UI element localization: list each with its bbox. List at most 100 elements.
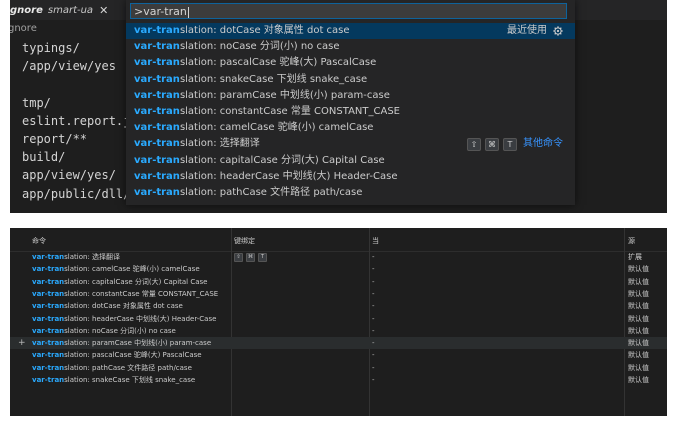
command-text: slation: pascalCase 驼峰(大) PascalCase: [64, 351, 202, 360]
match-highlight: var-tran: [134, 89, 180, 101]
match-highlight: var-tran: [32, 277, 65, 286]
match-highlight: var-tran: [134, 122, 180, 134]
when-cell: -: [372, 326, 375, 335]
when-cell: -: [372, 289, 375, 298]
command-text: slation: pascalCase 驼峰(大) PascalCase: [179, 57, 377, 69]
command-cell: var-translation: noCase 分词(小) no case: [32, 325, 176, 337]
text-cursor: [187, 6, 189, 18]
key-cap: ⌘: [485, 137, 499, 151]
command-label: var-translation: paramCase 中划线(小) param-…: [134, 88, 390, 104]
command-item[interactable]: var-translation: headerCase 中划线(大) Heade…: [126, 169, 575, 185]
command-item[interactable]: var-translation: snakeCase 下划线 snake_cas…: [126, 72, 575, 88]
command-palette: >var-tran var-translation: dotCase 对象属性 …: [126, 0, 575, 205]
command-item[interactable]: var-translation: pascalCase 驼峰(大) Pascal…: [126, 55, 575, 71]
source-cell: 默认值: [628, 363, 649, 372]
command-text: slation: constantCase 常量 CONSTANT_CASE: [179, 106, 400, 117]
command-text: slation: paramCase 中划线(小) param-case: [64, 339, 212, 348]
command-text: slation: 选择翻译: [64, 253, 121, 261]
source-cell: 默认值: [628, 289, 649, 298]
header-source[interactable]: 源: [628, 236, 635, 246]
command-item[interactable]: var-translation: constantCase 常量 CONSTAN…: [126, 104, 575, 120]
match-highlight: var-tran: [32, 351, 65, 360]
command-cell: var-translation: dotCase 对象属性 dot case: [32, 300, 183, 312]
table-row[interactable]: var-translation: snakeCase 下划线 snake_cas…: [10, 374, 667, 386]
table-row[interactable]: + var-translation: paramCase 中划线(小) param…: [10, 337, 667, 350]
command-label: var-translation: constantCase 常量 CONSTAN…: [134, 104, 400, 120]
command-label: var-translation: noCase 分词(小) no case: [134, 39, 339, 55]
table-row[interactable]: var-translation: headerCase 中划线(大) Heade…: [10, 313, 667, 325]
source-cell: 默认值: [628, 265, 649, 274]
match-highlight: var-tran: [32, 265, 65, 274]
source-cell: 扩展: [628, 253, 642, 261]
command-item[interactable]: var-translation: pathCase 文件路径 path/case: [126, 185, 575, 201]
table-row[interactable]: var-translation: pascalCase 驼峰(大) Pascal…: [10, 349, 667, 361]
table-row[interactable]: var-translation: 选择翻译 ⇧ ⌘ T - 扩展: [10, 251, 667, 263]
source-cell: 默认值: [628, 314, 649, 323]
code-line: tmp/: [22, 95, 51, 110]
source-cell: 默认值: [628, 277, 649, 286]
when-cell: -: [372, 351, 375, 360]
match-highlight: var-tran: [32, 314, 65, 323]
header-when[interactable]: 当: [372, 236, 379, 246]
command-item[interactable]: var-translation: dotCase 对象属性 dot case 最近…: [126, 23, 575, 39]
command-cell: var-translation: 选择翻译: [32, 251, 120, 263]
code-line: /app/view/yes: [22, 59, 116, 74]
match-highlight: var-tran: [32, 326, 65, 335]
match-highlight: var-tran: [32, 302, 65, 311]
command-cell: var-translation: constantCase 常量 CONSTAN…: [32, 288, 218, 300]
command-item[interactable]: var-translation: camelCase 驼峰(小) camelCa…: [126, 120, 575, 136]
key-cap: T: [503, 137, 517, 151]
command-text: slation: camelCase 驼峰(小) camelCase: [179, 122, 374, 134]
tab-file-name: gnore: [10, 4, 43, 16]
close-icon[interactable]: ✕: [99, 4, 108, 17]
match-highlight: var-tran: [32, 289, 65, 298]
table-row[interactable]: var-translation: camelCase 驼峰(小) camelCa…: [10, 263, 667, 275]
command-text: slation: noCase 分词(小) no case: [64, 326, 176, 335]
editor-tab[interactable]: gnore smart-ua ✕: [10, 0, 114, 20]
command-text: slation: snakeCase 下划线 snake_case: [64, 376, 196, 384]
match-highlight: var-tran: [32, 339, 65, 348]
command-cell: var-translation: camelCase 驼峰(小) camelCa…: [32, 263, 200, 275]
other-commands-link[interactable]: 其他命令: [523, 136, 563, 152]
table-row[interactable]: var-translation: noCase 分词(小) no case - 默认…: [10, 325, 667, 337]
match-highlight: var-tran: [134, 25, 180, 36]
source-cell: 默认值: [628, 376, 649, 384]
command-text: slation: dotCase 对象属性 dot case: [64, 302, 183, 311]
command-text: slation: capitalCase 分词(大) Capital Case: [179, 154, 385, 166]
when-cell: -: [372, 339, 375, 348]
table-row[interactable]: var-translation: constantCase 常量 CONSTAN…: [10, 288, 667, 300]
match-highlight: var-tran: [134, 41, 180, 53]
command-text: slation: snakeCase 下划线 snake_case: [179, 73, 368, 85]
command-item[interactable]: var-translation: 选择翻译 ⇧ ⌘ T 其他命令: [126, 136, 575, 152]
match-highlight: var-tran: [134, 154, 180, 166]
command-text: slation: pathCase 文件路径 path/case: [64, 363, 192, 372]
header-command[interactable]: 命令: [32, 236, 46, 246]
keybindings-editor: 命令 键绑定 当 源 var-translation: 选择翻译 ⇧ ⌘ T - 扩展 va…: [10, 228, 667, 416]
table-row[interactable]: var-translation: pathCase 文件路径 path/case…: [10, 362, 667, 374]
command-label: var-translation: headerCase 中划线(大) Heade…: [134, 169, 397, 185]
command-palette-input[interactable]: >var-tran: [130, 3, 567, 19]
command-item[interactable]: var-translation: capitalCase 分词(大) Capit…: [126, 153, 575, 169]
command-text: slation: headerCase 中划线(大) Header-Case: [179, 170, 398, 182]
code-line: app/public/dll/: [22, 186, 131, 201]
key-cap: ⇧: [234, 252, 243, 262]
command-meta: 最近使用: [507, 23, 563, 39]
command-label: var-translation: pathCase 文件路径 path/case: [134, 185, 362, 201]
command-item[interactable]: var-translation: noCase 分词(小) no case: [126, 39, 575, 55]
table-row[interactable]: var-translation: capitalCase 分词(大) Capit…: [10, 276, 667, 288]
code-line: build/: [22, 150, 66, 165]
recently-used-label: 最近使用: [507, 25, 547, 36]
match-highlight: var-tran: [32, 376, 65, 384]
header-keybinding[interactable]: 键绑定: [234, 236, 255, 246]
gear-icon[interactable]: [553, 26, 563, 36]
command-item[interactable]: var-translation: paramCase 中划线(小) param-…: [126, 88, 575, 104]
when-cell: -: [372, 314, 375, 323]
command-label: var-translation: snakeCase 下划线 snake_cas…: [134, 72, 367, 88]
command-label: var-translation: capitalCase 分词(大) Capit…: [134, 153, 385, 169]
command-label: var-translation: camelCase 驼峰(小) camelCa…: [134, 120, 373, 136]
command-cell: var-translation: pascalCase 驼峰(大) Pascal…: [32, 349, 202, 361]
add-keybinding-icon[interactable]: +: [18, 337, 26, 349]
command-text: slation: camelCase 驼峰(小) camelCase: [64, 265, 200, 274]
table-row[interactable]: var-translation: dotCase 对象属性 dot case - 默…: [10, 300, 667, 312]
match-highlight: var-tran: [134, 187, 180, 198]
